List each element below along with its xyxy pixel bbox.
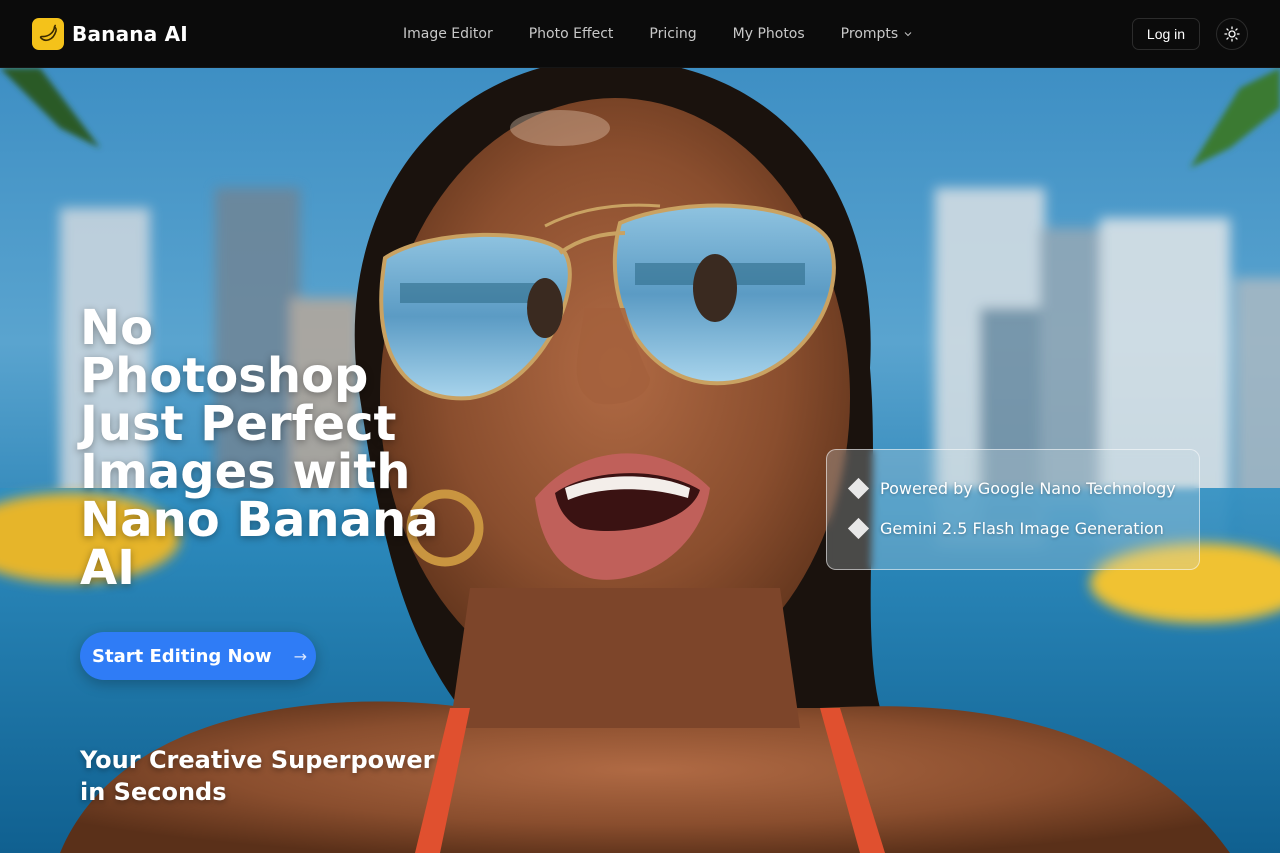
login-button[interactable]: Log in [1132, 18, 1200, 50]
cta-label: Start Editing Now [92, 645, 272, 667]
nav-label: Photo Effect [528, 26, 614, 42]
hero-section: No Photoshop Just Perfect Images with Na… [0, 68, 1280, 853]
hero-title-line: AI [80, 540, 136, 596]
sun-icon [1224, 26, 1240, 42]
hero-subtitle-line: in Seconds [80, 778, 227, 806]
hero-subtitle: Your Creative Superpower in Seconds [80, 744, 480, 808]
hero-title-line: Nano Banana [80, 492, 439, 548]
nav-photo-effect[interactable]: Photo Effect [511, 26, 632, 42]
chevron-down-icon [904, 32, 912, 37]
brand-logo-link[interactable]: Banana AI [32, 18, 188, 50]
nav-label: My Photos [732, 26, 805, 42]
hero-title-line: Photoshop [80, 348, 369, 404]
hero-title-line: Just Perfect [80, 396, 397, 452]
hero-title-line: No [80, 300, 154, 356]
feature-card: Powered by Google Nano Technology Gemini… [826, 449, 1200, 570]
top-navbar: Banana AI Image Editor Photo Effect Pric… [0, 0, 1280, 68]
nav-label: Image Editor [403, 26, 493, 42]
nav-label: Pricing [649, 26, 697, 42]
nav-prompts-dropdown[interactable]: Prompts [823, 26, 931, 42]
nav-pricing[interactable]: Pricing [631, 26, 714, 42]
diamond-icon [847, 517, 870, 539]
feature-item: Gemini 2.5 Flash Image Generation [847, 517, 1199, 539]
feature-label: Powered by Google Nano Technology [880, 478, 1176, 498]
banana-icon [32, 18, 64, 50]
brand-name: Banana AI [72, 22, 188, 46]
main-nav: Image Editor Photo Effect Pricing My Pho… [385, 0, 930, 68]
hero-title-line: Images with [80, 444, 411, 500]
start-editing-button[interactable]: Start Editing Now → [80, 632, 316, 680]
arrow-right-icon: → [293, 646, 308, 666]
nav-image-editor[interactable]: Image Editor [385, 26, 511, 42]
feature-item: Powered by Google Nano Technology [847, 477, 1199, 499]
nav-my-photos[interactable]: My Photos [715, 26, 823, 42]
theme-toggle-button[interactable] [1216, 18, 1248, 50]
diamond-icon [847, 477, 870, 499]
hero-subtitle-line: Your Creative Superpower [80, 746, 435, 774]
hero-title: No Photoshop Just Perfect Images with Na… [80, 304, 480, 592]
nav-label: Prompts [840, 26, 899, 42]
feature-label: Gemini 2.5 Flash Image Generation [880, 518, 1164, 538]
